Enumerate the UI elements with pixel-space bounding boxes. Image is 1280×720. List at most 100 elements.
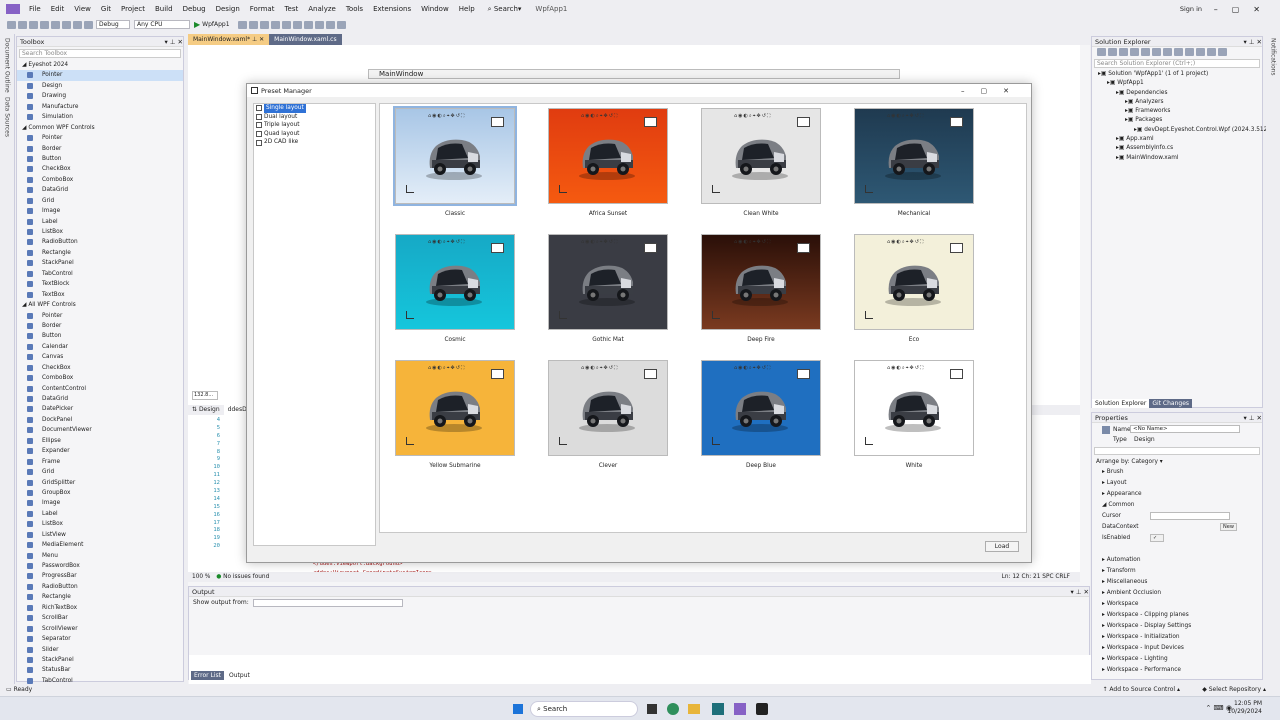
property-group[interactable]: ▸ Workspace - Initialization bbox=[1092, 632, 1262, 643]
toolbar-icon[interactable] bbox=[1163, 48, 1172, 56]
toolbox-item[interactable]: Grid bbox=[17, 467, 183, 477]
toolbox-item[interactable]: Rectangle bbox=[17, 248, 183, 258]
toolbar-icon[interactable] bbox=[1196, 48, 1205, 56]
layout-item[interactable]: Dual layout bbox=[254, 113, 375, 122]
preset-cosmic[interactable]: ⌂◉◐⌕⌖✥↺⛶ Cosmic bbox=[392, 231, 518, 343]
property-value[interactable]: ✓ bbox=[1150, 534, 1164, 542]
toolbox-item[interactable]: Separator bbox=[17, 634, 183, 644]
toolbox-item[interactable]: GroupBox bbox=[17, 488, 183, 498]
toolbar-icon[interactable] bbox=[248, 20, 258, 29]
toolbox-category[interactable]: ◢ Eyeshot 2024 bbox=[17, 60, 183, 70]
property-group[interactable]: ▸ Transform bbox=[1092, 566, 1262, 577]
toolbar-icon[interactable] bbox=[325, 20, 335, 29]
solution-tree-item[interactable]: ▸▣ devDept.Eyeshot.Control.Wpf (2024.3.5… bbox=[1092, 126, 1270, 135]
panel-pin-icon[interactable]: ▾ ⊥ ✕ bbox=[1243, 37, 1262, 46]
panel-pin-icon[interactable]: ▾ ⊥ ✕ bbox=[164, 37, 183, 46]
tab-solution-explorer[interactable]: Solution Explorer bbox=[1092, 399, 1150, 408]
toolbox-item[interactable]: Ellipse bbox=[17, 436, 183, 446]
menu-format[interactable]: Format bbox=[245, 0, 280, 18]
menu-tools[interactable]: Tools bbox=[341, 0, 368, 18]
preset-classic[interactable]: ⌂◉◐⌕⌖✥↺⛶ Classic bbox=[392, 105, 518, 217]
toolbox-item[interactable]: DataGrid bbox=[17, 185, 183, 195]
visual-studio-icon[interactable] bbox=[734, 703, 746, 715]
solution-tree-item[interactable]: ▸▣ WpfApp1 bbox=[1092, 79, 1262, 88]
toolbar-icon[interactable] bbox=[1218, 48, 1227, 56]
toolbox-item[interactable]: Grid bbox=[17, 196, 183, 206]
add-source-control[interactable]: ↑ Add to Source Control ▴ bbox=[1102, 684, 1180, 696]
property-group[interactable]: ▸ Workspace - Display Settings bbox=[1092, 621, 1262, 632]
preset-mechanical[interactable]: ⌂◉◐⌕⌖✥↺⛶ Mechanical bbox=[851, 105, 977, 217]
toolbox-item[interactable]: ListBox bbox=[17, 227, 183, 237]
menu-file[interactable]: File bbox=[24, 0, 46, 18]
toolbar-icon[interactable] bbox=[1130, 48, 1139, 56]
toolbar-icon[interactable] bbox=[1174, 48, 1183, 56]
select-repository[interactable]: ◆ Select Repository ▴ bbox=[1202, 684, 1266, 696]
file-explorer-icon[interactable] bbox=[688, 704, 700, 714]
menu-help[interactable]: Help bbox=[454, 0, 480, 18]
toolbar-icon[interactable] bbox=[314, 20, 324, 29]
toolbox-item[interactable]: CheckBox bbox=[17, 363, 183, 373]
toolbar-icon[interactable] bbox=[1097, 48, 1106, 56]
undo-icon[interactable] bbox=[73, 20, 82, 29]
solution-tree-item[interactable]: ▸▣ Solution 'WpfApp1' (1 of 1 project) bbox=[1092, 70, 1262, 79]
new-icon[interactable] bbox=[29, 20, 38, 29]
menu-extensions[interactable]: Extensions bbox=[368, 0, 416, 18]
menu-analyze[interactable]: Analyze bbox=[303, 0, 341, 18]
panel-pin-icon[interactable]: ▾ ⊥ ✕ bbox=[1243, 413, 1262, 422]
toolbar-icon[interactable] bbox=[1119, 48, 1128, 56]
designer-zoom[interactable]: 132.8... bbox=[192, 391, 218, 400]
preset-eco[interactable]: ⌂◉◐⌕⌖✥↺⛶ Eco bbox=[851, 231, 977, 343]
tab-mainwindow-xaml[interactable]: MainWindow.xaml* ⊥ ✕ bbox=[188, 34, 270, 45]
property-group[interactable]: ▸ Layout bbox=[1092, 478, 1262, 489]
dialog-window-controls[interactable]: –▢✕ bbox=[961, 87, 1025, 95]
solution-tree-item[interactable]: ▸▣ Packages bbox=[1092, 116, 1262, 125]
toolbox-item[interactable]: RadioButton bbox=[17, 582, 183, 592]
solution-tree-item[interactable]: ▸▣ App.xaml bbox=[1092, 135, 1262, 144]
toolbox-item[interactable]: ScrollViewer bbox=[17, 624, 183, 634]
toolbox-item[interactable]: ComboBox bbox=[17, 175, 183, 185]
toolbox-item[interactable]: MediaElement bbox=[17, 540, 183, 550]
sign-in-link[interactable]: Sign in bbox=[1180, 5, 1202, 13]
property-group[interactable]: ▸ Appearance bbox=[1092, 489, 1262, 500]
toolbox-item[interactable]: Label bbox=[17, 509, 183, 519]
toolbar-icon[interactable] bbox=[303, 20, 313, 29]
properties-search[interactable] bbox=[1094, 447, 1260, 455]
toolbox-item[interactable]: Image bbox=[17, 498, 183, 508]
tab-error-list[interactable]: Error List bbox=[191, 671, 225, 680]
toolbar-icon[interactable] bbox=[1141, 48, 1150, 56]
property-group[interactable]: ▸ Brush bbox=[1092, 467, 1262, 478]
toolbar-icon[interactable] bbox=[1152, 48, 1161, 56]
preset-deep-fire[interactable]: ⌂◉◐⌕⌖✥↺⛶ Deep Fire bbox=[698, 231, 824, 343]
toolbox-item[interactable]: Canvas bbox=[17, 352, 183, 362]
menu-build[interactable]: Build bbox=[150, 0, 178, 18]
menu-debug[interactable]: Debug bbox=[178, 0, 211, 18]
toolbox-item[interactable]: ListView bbox=[17, 530, 183, 540]
toolbar-icon[interactable] bbox=[336, 20, 346, 29]
solution-search[interactable]: Search Solution Explorer (Ctrl+;) bbox=[1094, 59, 1260, 68]
toolbox-item[interactable]: Slider bbox=[17, 645, 183, 655]
toolbox-item[interactable]: Border bbox=[17, 144, 183, 154]
toolbox-item[interactable]: Simulation bbox=[17, 112, 183, 122]
menu-git[interactable]: Git bbox=[96, 0, 116, 18]
toolbox-item[interactable]: Design bbox=[17, 81, 183, 91]
toolbox-item[interactable]: RadioButton bbox=[17, 237, 183, 247]
layout-item[interactable]: Triple layout bbox=[254, 121, 375, 130]
toolbox-item[interactable]: Border bbox=[17, 321, 183, 331]
notifications-tab[interactable]: Notifications bbox=[1270, 38, 1277, 76]
redo-icon[interactable] bbox=[84, 20, 93, 29]
solution-tree-item[interactable]: ▸▣ Frameworks bbox=[1092, 107, 1262, 116]
start-icon[interactable] bbox=[512, 703, 524, 715]
toolbox-item[interactable]: Pointer bbox=[17, 133, 183, 143]
search-button[interactable]: ⌕ Search ▾ bbox=[488, 5, 522, 14]
toolbox-item[interactable]: StackPanel bbox=[17, 258, 183, 268]
forward-icon[interactable] bbox=[18, 20, 27, 29]
toolbox-item[interactable]: PasswordBox bbox=[17, 561, 183, 571]
toolbox-item[interactable]: StackPanel bbox=[17, 655, 183, 665]
toolbox-item[interactable]: TextBox bbox=[17, 290, 183, 300]
toolbox-item[interactable]: RichTextBox bbox=[17, 603, 183, 613]
save-all-icon[interactable] bbox=[62, 20, 71, 29]
toolbox-item[interactable]: CheckBox bbox=[17, 164, 183, 174]
panel-pin-icon[interactable]: ▾ ⊥ ✕ bbox=[1070, 587, 1089, 596]
toolbox-item[interactable]: ComboBox bbox=[17, 373, 183, 383]
toolbar-icon[interactable] bbox=[1185, 48, 1194, 56]
